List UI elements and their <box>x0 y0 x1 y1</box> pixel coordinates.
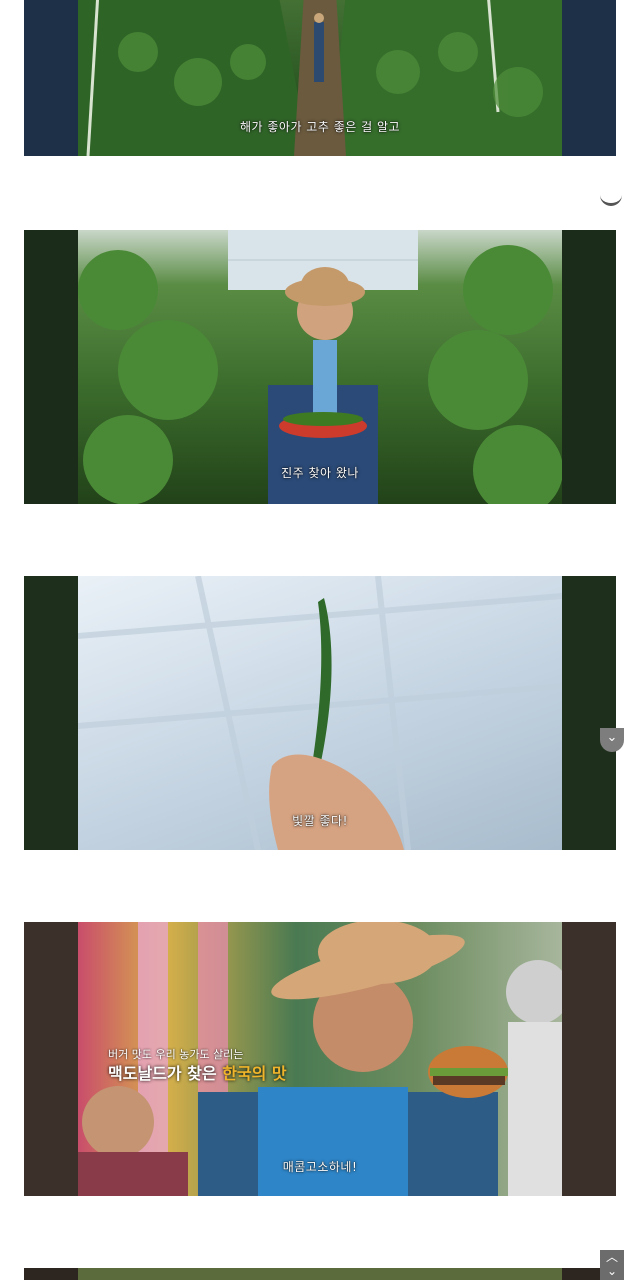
scroll-indicator-icon[interactable] <box>600 192 622 206</box>
letterbox-right <box>562 576 616 850</box>
letterbox-right <box>562 0 616 156</box>
ad-title-plain: 맥도날드가 찾은 <box>108 1064 217 1083</box>
subtitle: 진주 찾아 왔나 <box>281 466 359 480</box>
video-frame-3[interactable]: 빛깔 좋다! <box>24 576 616 850</box>
letterbox-right <box>562 230 616 504</box>
scroll-down-button[interactable]: ⌄ <box>600 728 624 752</box>
farmer-illustration <box>78 230 562 504</box>
letterbox-left <box>24 230 78 504</box>
pepper-closeup-illustration <box>78 576 562 850</box>
letterbox-left <box>24 922 78 1196</box>
video-frame-4[interactable]: 버거 맛도 우리 농가도 살리는 맥도날드가 찾은 한국의 맛 매콤고소하네! <box>24 922 616 1196</box>
farmer-holding-peppers-scene: 진주 찾아 왔나 <box>78 230 562 504</box>
video-frame-2[interactable]: 진주 찾아 왔나 <box>24 230 616 504</box>
subtitle: 빛깔 좋다! <box>292 814 348 828</box>
video-frame-1[interactable]: 해가 좋아가 고추 좋은 걸 알고 <box>24 0 616 156</box>
subtitle: 매콤고소하네! <box>282 1160 358 1174</box>
scroll-more-icon[interactable]: ⌄ <box>600 1264 624 1278</box>
scroll-top-icon[interactable]: ︿ <box>600 1250 624 1264</box>
letterbox-left <box>24 0 78 156</box>
ad-title: 맥도날드가 찾은 한국의 맛 <box>108 1060 287 1084</box>
scroll-controls[interactable]: ︿ ⌄ <box>600 1250 624 1280</box>
video-frame-5[interactable] <box>24 1268 616 1280</box>
letterbox-left <box>24 576 78 850</box>
subtitle: 해가 좋아가 고추 좋은 걸 알고 <box>239 120 401 134</box>
letterbox-right <box>562 922 616 1196</box>
green-pepper-closeup-scene: 빛깔 좋다! <box>78 576 562 850</box>
next-scene <box>78 1268 562 1280</box>
ad-title-highlight: 한국의 맛 <box>222 1064 287 1083</box>
letterbox-left <box>24 1268 78 1280</box>
farmer-eating-burger-scene: 버거 맛도 우리 농가도 살리는 맥도날드가 찾은 한국의 맛 매콤고소하네! <box>78 922 562 1196</box>
greenhouse-pepper-rows-scene: 해가 좋아가 고추 좋은 걸 알고 <box>78 0 562 156</box>
